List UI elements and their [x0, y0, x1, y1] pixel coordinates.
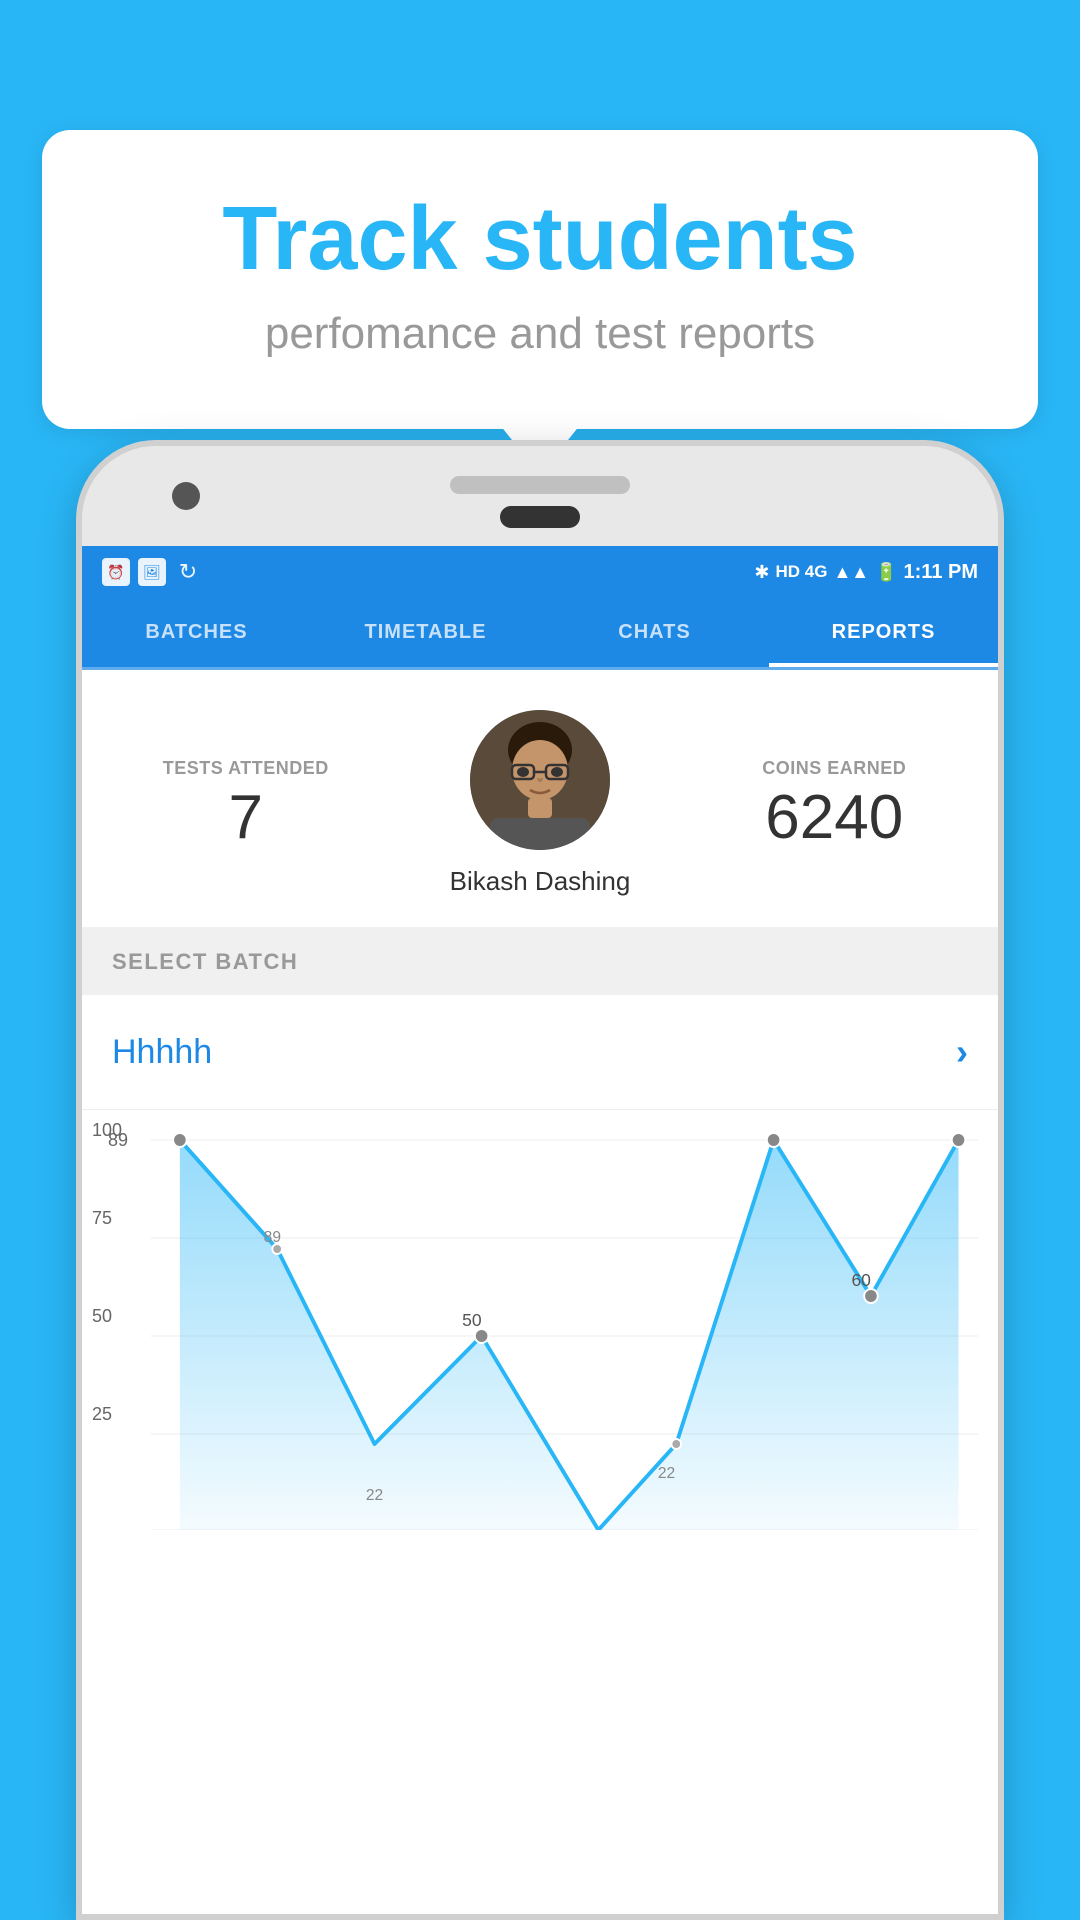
profile-name: Bikash Dashing [450, 866, 631, 897]
select-batch-header: SELECT BATCH [82, 929, 998, 995]
tab-timetable-label: TIMETABLE [365, 621, 487, 644]
time-display: 1:11 PM [904, 561, 978, 584]
status-icons-right: ✱ HD 4G ▲▲ 🔋 1:11 PM [754, 561, 978, 584]
phone-top-bar [82, 446, 998, 546]
phone-screen: ⏰ 🖼 ↻ ✱ HD 4G ▲▲ 🔋 1:11 PM BATCHES [82, 546, 998, 1914]
tab-reports[interactable]: REPORTS [769, 598, 998, 667]
photo-icon: 🖼 [138, 558, 166, 586]
tab-reports-label: REPORTS [832, 621, 936, 644]
svg-text:100: 100 [156, 1130, 185, 1134]
svg-text:100: 100 [934, 1130, 963, 1134]
svg-text:50: 50 [462, 1310, 482, 1330]
performance-chart: 100 89 50 22 100 60 100 [102, 1130, 978, 1530]
chevron-right-icon: › [956, 1031, 968, 1073]
tab-chats-label: CHATS [618, 621, 690, 644]
bluetooth-icon: ✱ [754, 562, 769, 583]
coins-earned-value: 6240 [701, 787, 969, 849]
signal-icon: ▲▲ [833, 562, 869, 583]
tab-bar: BATCHES TIMETABLE CHATS REPORTS [82, 598, 998, 670]
profile-section: TESTS ATTENDED 7 [82, 670, 998, 929]
batch-item[interactable]: Hhhhh › [82, 995, 998, 1110]
refresh-icon: ↻ [174, 558, 202, 586]
tooltip-subtitle: perfomance and test reports [112, 309, 968, 359]
svg-text:100: 100 [749, 1130, 778, 1134]
tab-chats[interactable]: CHATS [540, 598, 769, 667]
phone-sensor [500, 506, 580, 528]
tab-timetable[interactable]: TIMETABLE [311, 598, 540, 667]
y-label-89: 89 [108, 1130, 128, 1151]
tooltip-title: Track students [112, 190, 968, 289]
svg-text:22: 22 [366, 1487, 383, 1504]
svg-text:89: 89 [264, 1229, 282, 1246]
y-label-25: 25 [92, 1404, 112, 1425]
svg-text:60: 60 [851, 1270, 871, 1290]
batch-name: Hhhhh [112, 1033, 212, 1072]
tests-attended-block: TESTS ATTENDED 7 [112, 758, 380, 849]
tab-batches[interactable]: BATCHES [82, 598, 311, 667]
phone-mockup: ⏰ 🖼 ↻ ✱ HD 4G ▲▲ 🔋 1:11 PM BATCHES [76, 440, 1004, 1920]
select-batch-label: SELECT BATCH [112, 949, 298, 974]
phone-camera [172, 482, 200, 510]
battery-icon: 🔋 [875, 562, 897, 583]
tests-attended-value: 7 [112, 787, 380, 849]
hd-label: HD 4G [775, 562, 827, 582]
y-label-50: 50 [92, 1306, 112, 1327]
profile-center: Bikash Dashing [380, 710, 701, 897]
notification-icon: ⏰ [102, 558, 130, 586]
tab-batches-label: BATCHES [145, 621, 247, 644]
coins-earned-label: COINS EARNED [701, 758, 969, 779]
y-label-75: 75 [92, 1208, 112, 1229]
tooltip-card: Track students perfomance and test repor… [42, 130, 1038, 429]
status-icons-left: ⏰ 🖼 ↻ [102, 558, 202, 586]
status-bar: ⏰ 🖼 ↻ ✱ HD 4G ▲▲ 🔋 1:11 PM [82, 546, 998, 598]
chart-area: 100 89 75 50 25 [82, 1110, 998, 1530]
phone-speaker [450, 476, 630, 494]
coins-earned-block: COINS EARNED 6240 [701, 758, 969, 849]
tests-attended-label: TESTS ATTENDED [112, 758, 380, 779]
svg-text:22: 22 [658, 1465, 675, 1482]
avatar [470, 710, 610, 850]
